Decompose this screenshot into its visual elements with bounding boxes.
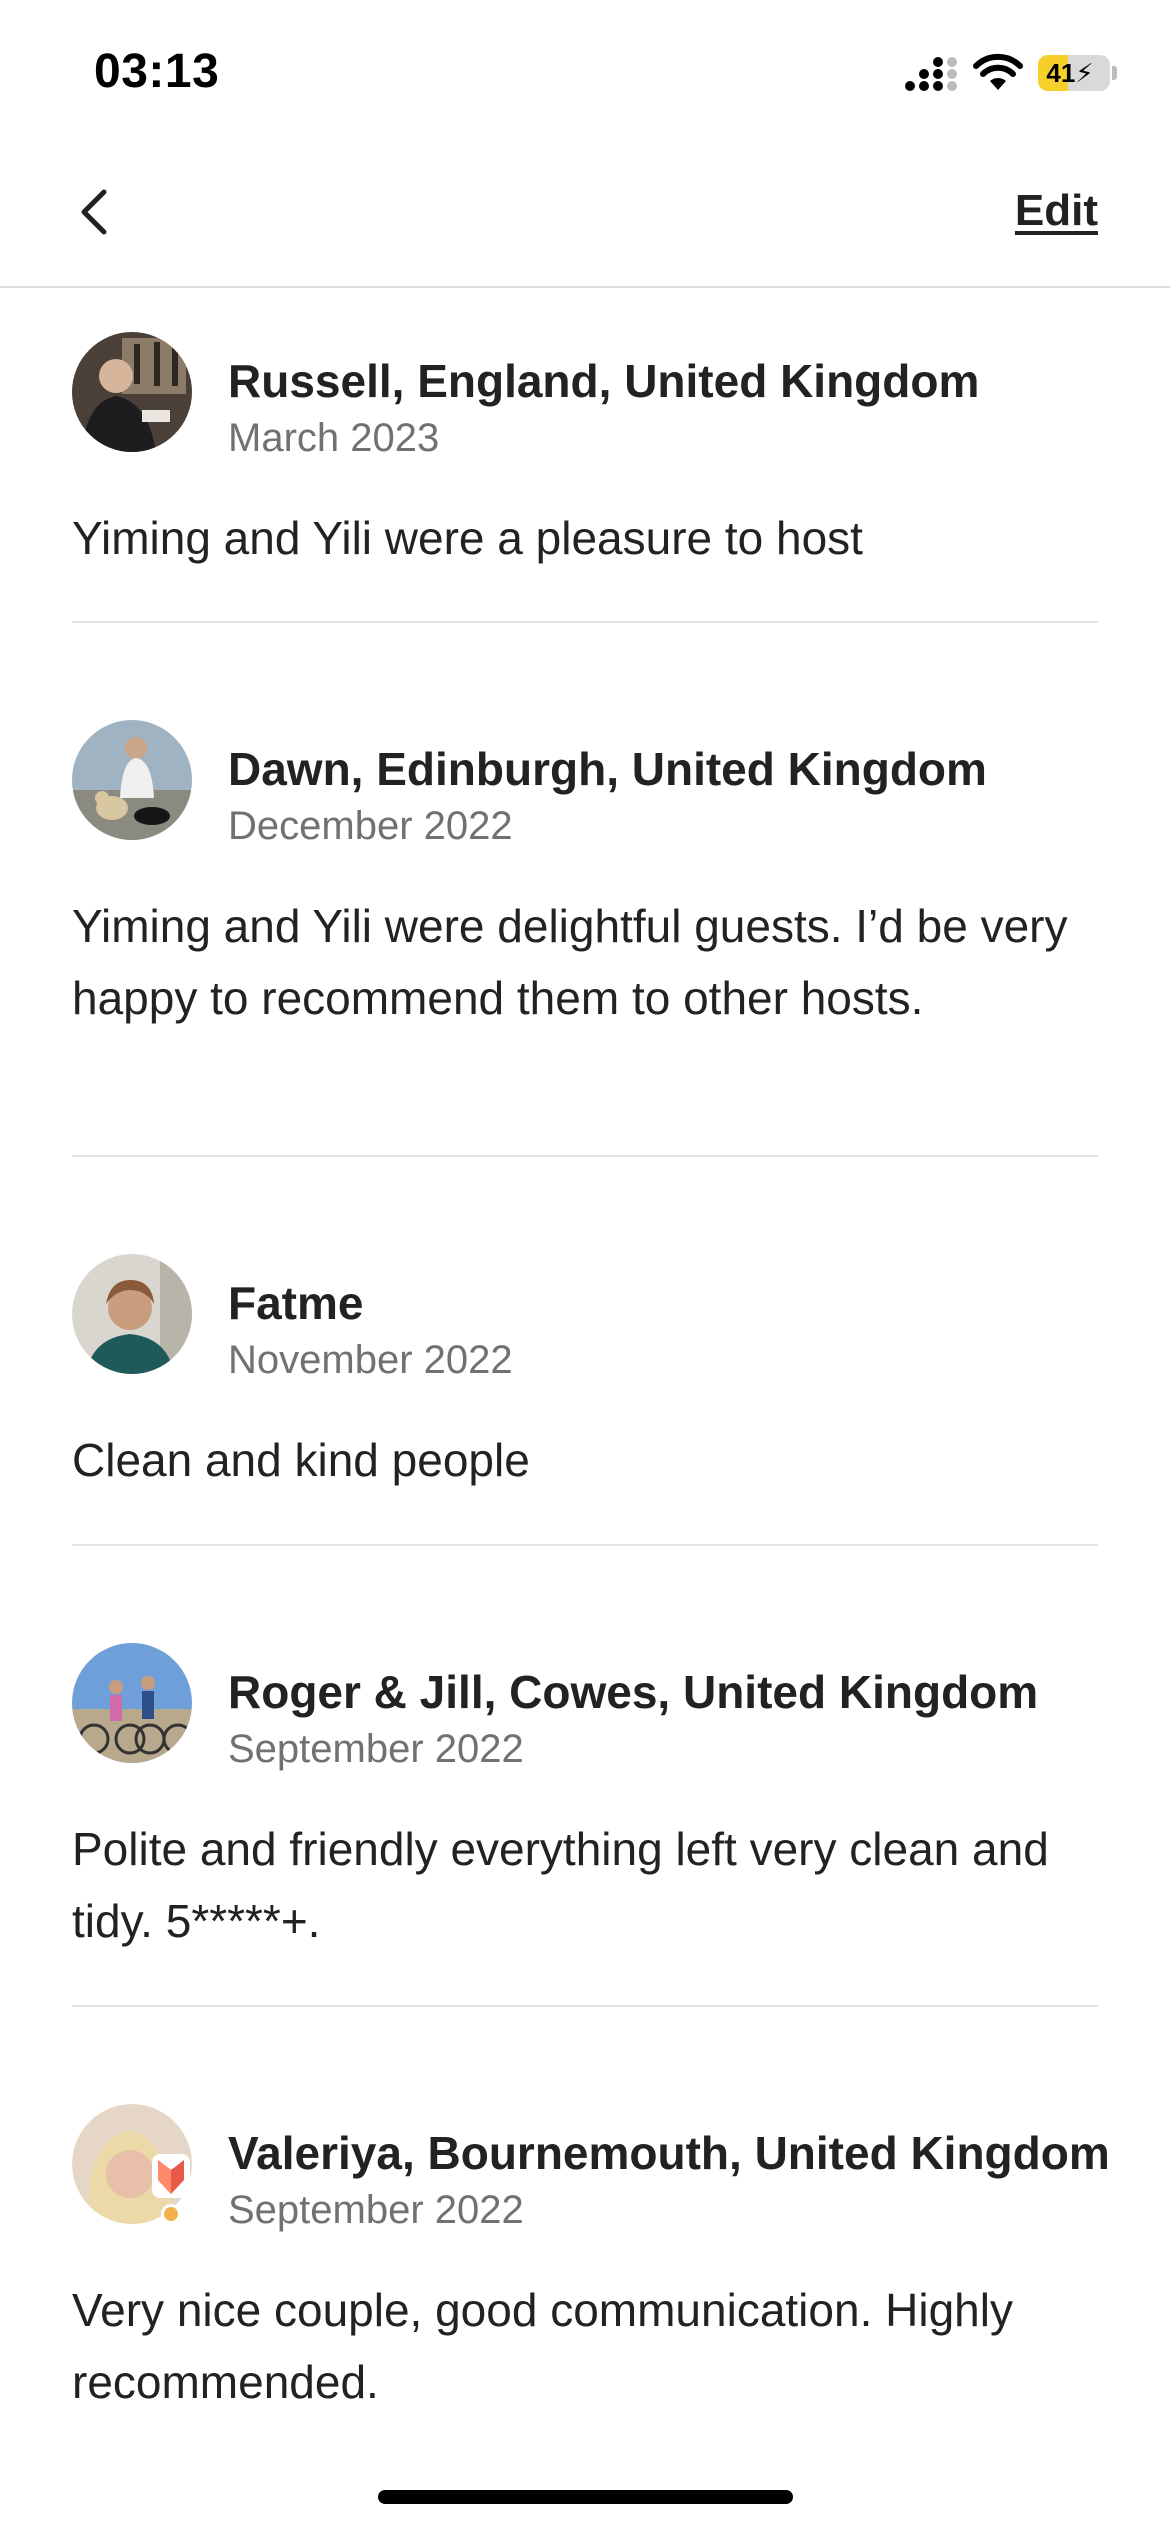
review-date: November 2022 [228,1338,513,1382]
divider [72,1544,1098,1546]
avatar[interactable] [72,720,192,840]
avatar[interactable] [72,332,192,452]
battery-icon: 41⚡ [1038,55,1110,91]
avatar[interactable] [72,1643,192,1763]
reviewer-name[interactable]: Fatme [228,1276,1158,1330]
superhost-badge-icon [152,2154,190,2224]
review-text: Very nice couple, good communication. Hi… [72,2284,1013,2408]
edit-button[interactable]: Edit [1015,186,1098,236]
review-text: Polite and friendly everything left very… [72,1823,1049,1947]
chevron-left-icon [81,189,107,235]
back-button[interactable] [64,180,128,244]
avatar[interactable] [72,1254,192,1374]
reviewer-name[interactable]: Russell, England, United Kingdom [228,354,1158,408]
status-bar: 03:13 41⚡ [0,0,1170,150]
reviewer-name[interactable]: Dawn, Edinburgh, United Kingdom [228,742,1158,796]
review-date: September 2022 [228,2188,524,2232]
avatar[interactable] [72,2104,192,2224]
avatar-photo [72,1643,192,1763]
wifi-icon [973,53,1023,90]
review-text: Clean and kind people [72,1434,530,1486]
top-nav-bar: Edit [0,150,1170,288]
avatar-photo [72,332,192,452]
review-date: March 2023 [228,416,440,460]
reviewer-name[interactable]: Roger & Jill, Cowes, United Kingdom [228,1665,1158,1719]
battery-cap [1112,66,1117,80]
status-time: 03:13 [94,45,220,98]
battery-percent: 41⚡ [1046,58,1094,88]
signal-icon [905,57,957,91]
avatar-photo [72,720,192,840]
home-indicator[interactable] [378,2490,793,2504]
review-text: Yiming and Yili were delightful guests. … [72,900,1068,1024]
divider [72,1155,1098,1157]
review-text: Yiming and Yili were a pleasure to host [72,512,863,564]
avatar-photo [72,1254,192,1374]
review-date: September 2022 [228,1727,524,1771]
review-date: December 2022 [228,804,513,848]
reviewer-name[interactable]: Valeriya, Bournemouth, United Kingdom [228,2126,1158,2180]
divider [72,621,1098,623]
divider [72,2005,1098,2007]
